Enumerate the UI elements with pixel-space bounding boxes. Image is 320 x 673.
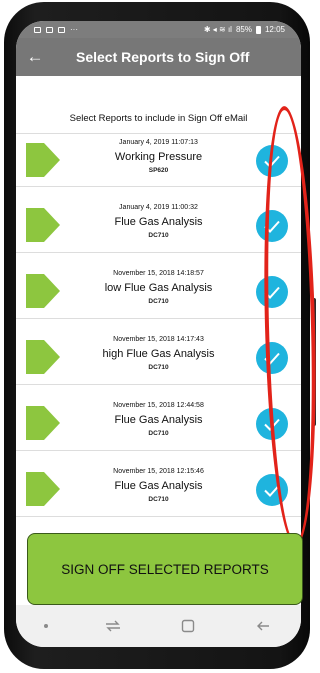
dot-icon — [43, 624, 48, 628]
report-date: January 4, 2019 11:07:13 — [119, 139, 198, 146]
system-nav-bar — [16, 605, 301, 647]
notification-icon — [58, 26, 65, 33]
battery-percent: 85% — [235, 25, 252, 34]
report-tag-icon — [26, 340, 60, 374]
back-arrow-icon[interactable] — [253, 616, 273, 636]
report-row[interactable]: November 15, 2018 14:17:43 high Flue Gas… — [16, 331, 301, 385]
report-date: November 15, 2018 14:17:43 — [113, 336, 204, 343]
report-name: Flue Gas Analysis — [114, 414, 203, 426]
app-bar: ← Select Reports to Sign Off — [16, 38, 301, 76]
recent-apps-icon[interactable] — [103, 616, 123, 636]
report-row[interactable]: January 4, 2019 11:00:32 Flue Gas Analys… — [16, 199, 301, 253]
report-code: DC710 — [148, 430, 169, 437]
page-title: Select Reports to Sign Off — [76, 49, 250, 65]
report-name: high Flue Gas Analysis — [102, 348, 215, 360]
report-date: November 15, 2018 14:18:57 — [113, 270, 204, 277]
home-square-icon[interactable] — [178, 616, 198, 636]
report-tag-icon — [26, 406, 60, 440]
report-code: DC710 — [148, 298, 169, 305]
report-tag-icon — [26, 472, 60, 506]
notification-icon — [34, 26, 41, 33]
report-list: January 4, 2019 11:07:13 Working Pressur… — [16, 133, 301, 529]
report-date: January 4, 2019 11:00:32 — [119, 204, 198, 211]
report-code: DC710 — [148, 364, 169, 371]
notification-icon — [46, 26, 53, 33]
report-row[interactable]: January 4, 2019 11:07:13 Working Pressur… — [16, 133, 301, 187]
battery-icon — [255, 25, 261, 34]
signal-icon: ✱ ◂ ≋ ıl — [203, 25, 232, 34]
report-name: Flue Gas Analysis — [114, 480, 203, 492]
report-code: SP620 — [148, 167, 169, 174]
report-tag-icon — [26, 274, 60, 308]
report-name: Working Pressure — [114, 151, 203, 163]
report-date: November 15, 2018 12:44:58 — [113, 402, 204, 409]
report-tag-icon — [26, 143, 60, 177]
status-notification-icons: ··· — [34, 25, 78, 34]
report-tag-icon — [26, 208, 60, 242]
arrow-left-icon[interactable]: ← — [16, 38, 54, 76]
phone-device: ··· ✱ ◂ ≋ ıl 85% 12:05 ← Select Reports … — [0, 0, 320, 673]
report-name: low Flue Gas Analysis — [104, 282, 213, 294]
sign-off-button[interactable]: SIGN OFF SELECTED REPORTS — [27, 533, 303, 605]
status-bar: ··· ✱ ◂ ≋ ıl 85% 12:05 — [16, 21, 301, 38]
clock: 12:05 — [264, 25, 285, 34]
instructions-text: Select Reports to include in Sign Off eM… — [69, 113, 248, 124]
report-code: DC710 — [148, 496, 169, 503]
report-name: Flue Gas Analysis — [114, 216, 203, 228]
report-date: November 15, 2018 12:15:46 — [113, 468, 204, 475]
report-row[interactable]: November 15, 2018 12:15:46 Flue Gas Anal… — [16, 463, 301, 517]
status-system-icons: ✱ ◂ ≋ ıl 85% 12:05 — [204, 25, 285, 34]
report-row[interactable]: November 15, 2018 12:44:58 Flue Gas Anal… — [16, 397, 301, 451]
report-row[interactable]: November 15, 2018 14:18:57 low Flue Gas … — [16, 265, 301, 319]
more-notifications-icon: ··· — [70, 25, 78, 34]
report-code: DC710 — [148, 232, 169, 239]
